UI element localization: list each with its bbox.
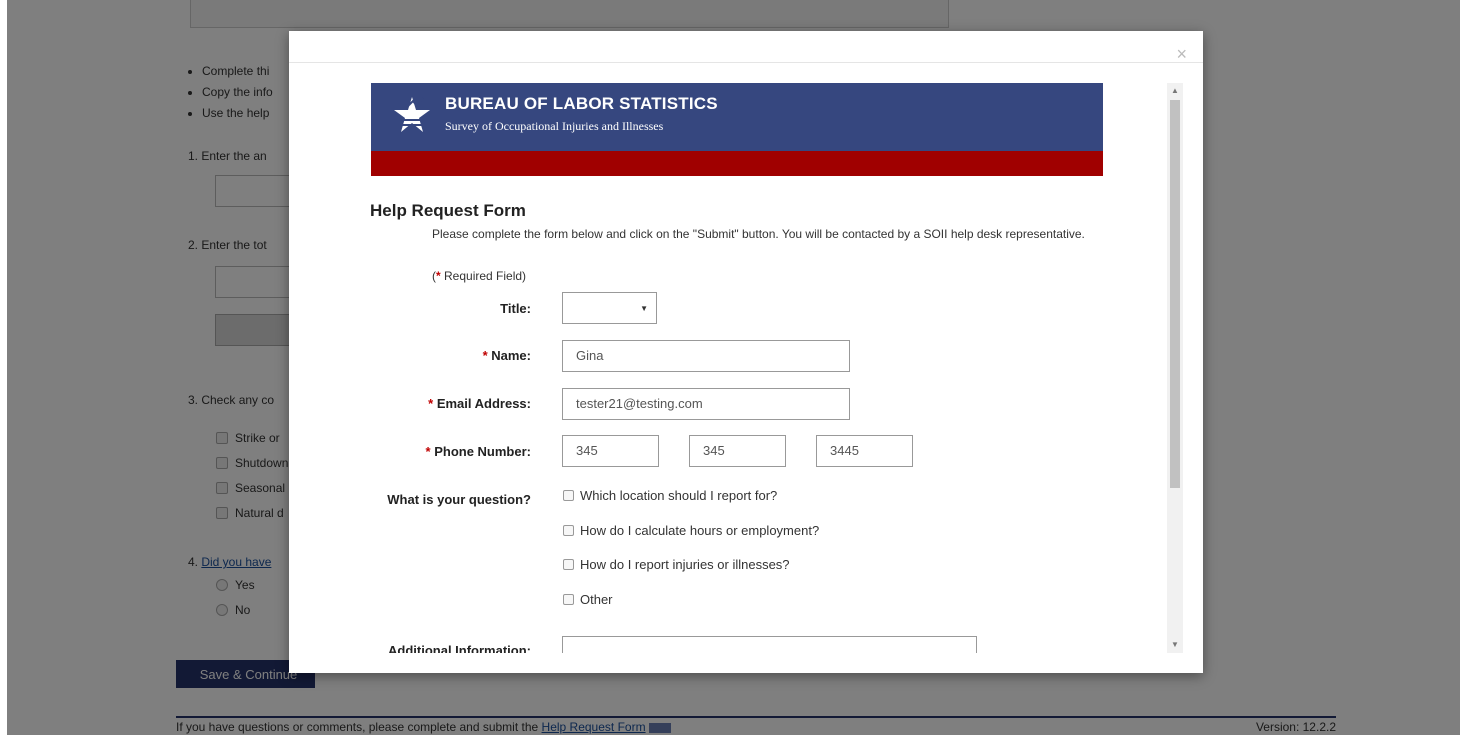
- question-option-other[interactable]: Other: [563, 592, 613, 607]
- bls-banner: BUREAU OF LABOR STATISTICS Survey of Occ…: [371, 83, 1103, 176]
- checkbox[interactable]: [563, 559, 574, 570]
- phone-area-code-input[interactable]: 345: [562, 435, 659, 467]
- banner-red-stripe: [371, 151, 1103, 176]
- phone-prefix-input[interactable]: 345: [689, 435, 786, 467]
- modal-header: ×: [289, 31, 1203, 63]
- checkbox[interactable]: [563, 525, 574, 536]
- required-field-note: (* Required Field): [432, 269, 527, 283]
- question-label: What is your question?: [387, 492, 531, 507]
- name-label: * Name:: [482, 348, 531, 363]
- form-heading: Help Request Form: [370, 201, 526, 220]
- checkbox[interactable]: [563, 490, 574, 501]
- scroll-up-icon[interactable]: ▲: [1167, 83, 1183, 99]
- scrollbar-thumb[interactable]: [1170, 100, 1180, 488]
- close-icon[interactable]: ×: [1176, 45, 1187, 63]
- title-select[interactable]: ▼: [562, 292, 657, 324]
- title-label: Title:: [500, 301, 531, 316]
- scroll-down-icon[interactable]: ▼: [1167, 637, 1183, 653]
- help-request-modal: × BUREAU OF LABOR STATISTICS Survey of O…: [289, 31, 1203, 673]
- phone-label: * Phone Number:: [425, 444, 531, 459]
- banner-subtitle: Survey of Occupational Injuries and Illn…: [445, 119, 664, 133]
- form-scrollbar[interactable]: ▲ ▼: [1167, 83, 1183, 653]
- banner-title: BUREAU OF LABOR STATISTICS: [445, 94, 718, 113]
- additional-info-label: Additional Information:: [388, 643, 531, 653]
- chevron-down-icon: ▼: [640, 304, 648, 313]
- name-input[interactable]: Gina: [562, 340, 850, 372]
- help-form-frame: BUREAU OF LABOR STATISTICS Survey of Occ…: [355, 83, 1183, 653]
- question-option-location[interactable]: Which location should I report for?: [563, 488, 777, 503]
- additional-info-textarea[interactable]: [562, 636, 977, 653]
- phone-line-input[interactable]: 3445: [816, 435, 913, 467]
- question-option-injuries[interactable]: How do I report injuries or illnesses?: [563, 557, 790, 572]
- checkbox[interactable]: [563, 594, 574, 605]
- bls-star-logo-icon: [394, 97, 430, 132]
- question-option-hours[interactable]: How do I calculate hours or employment?: [563, 523, 819, 538]
- email-input[interactable]: tester21@testing.com: [562, 388, 850, 420]
- email-label: * Email Address:: [428, 396, 531, 411]
- form-intro: Please complete the form below and click…: [432, 227, 1085, 241]
